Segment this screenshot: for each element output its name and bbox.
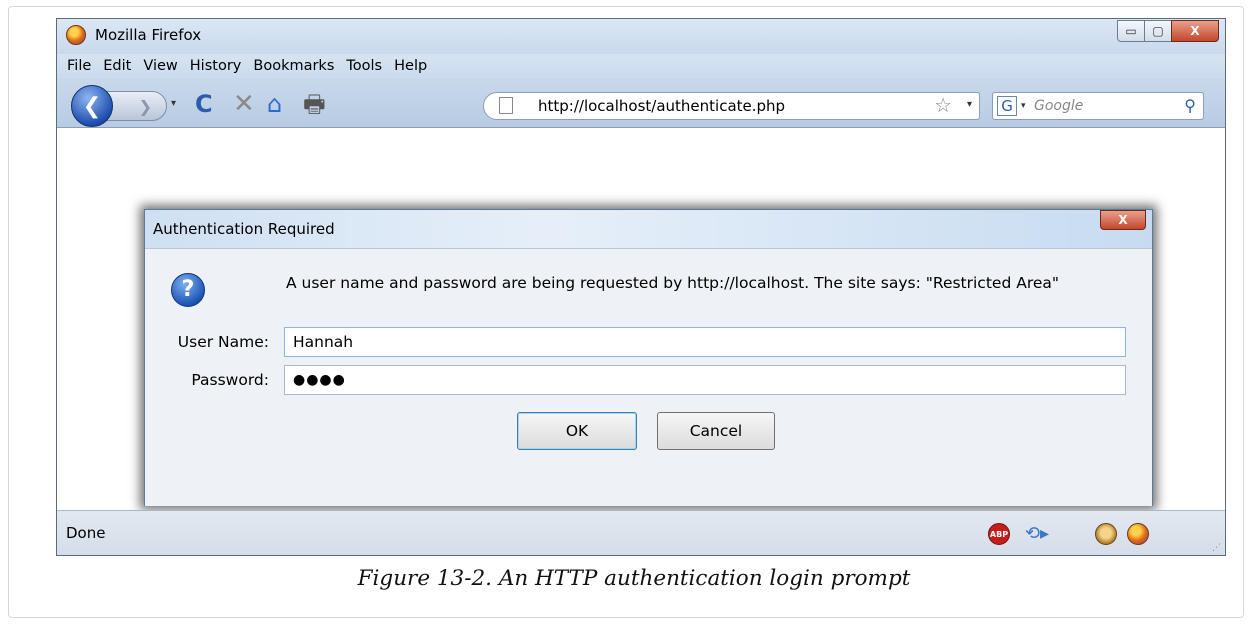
menu-help[interactable]: Help	[394, 58, 427, 74]
google-engine-icon[interactable]: G	[997, 96, 1017, 116]
status-bar: Done ABP ⟲▸ ⋰	[57, 510, 1225, 555]
dialog-message: A user name and password are being reque…	[286, 274, 1060, 292]
print-icon[interactable]: 🖶	[303, 91, 326, 117]
username-field[interactable]: Hannah	[284, 327, 1126, 357]
browser-window: Mozilla Firefox ▭ ▢ X File Edit View His…	[56, 18, 1226, 556]
page-content: Authentication Required X ? A user name …	[57, 128, 1225, 506]
url-dropdown-icon[interactable]: ▾	[967, 99, 972, 110]
status-text: Done	[66, 524, 106, 542]
cancel-button[interactable]: Cancel	[657, 412, 775, 450]
close-icon: X	[1190, 24, 1200, 38]
home-icon[interactable]: ⌂	[267, 91, 282, 117]
dialog-close-button[interactable]: X	[1100, 210, 1146, 230]
menu-history[interactable]: History	[190, 58, 242, 74]
close-button[interactable]: X	[1171, 20, 1219, 42]
navigation-toolbar: ❯ ❮ ▾ C ✕ ⌂ 🖶 http://localhost/authentic…	[57, 78, 1225, 128]
window-controls: ▭ ▢ X	[1117, 20, 1219, 42]
maximize-button[interactable]: ▢	[1144, 20, 1172, 42]
firefox-status-icon[interactable]	[1127, 523, 1149, 545]
back-button[interactable]: ❮	[71, 85, 113, 127]
back-arrow-icon: ❮	[82, 93, 102, 119]
question-icon: ?	[171, 273, 205, 307]
sync-icon[interactable]: ⟲▸	[1022, 523, 1052, 545]
figure-caption: Figure 13-2. An HTTP authentication logi…	[357, 566, 911, 591]
engine-dropdown-icon[interactable]: ▾	[1021, 101, 1026, 111]
resize-grip-icon[interactable]: ⋰	[1212, 543, 1221, 553]
username-label: User Name:	[177, 333, 269, 351]
minimize-button[interactable]: ▭	[1117, 20, 1145, 42]
maximize-icon: ▢	[1152, 24, 1164, 38]
reload-icon[interactable]: C	[195, 91, 213, 117]
url-text[interactable]: http://localhost/authenticate.php	[538, 97, 785, 115]
dialog-body: ? A user name and password are being req…	[145, 248, 1152, 506]
url-bar[interactable]: http://localhost/authenticate.php ☆ ▾	[483, 92, 980, 120]
menu-edit[interactable]: Edit	[103, 58, 131, 74]
search-bar[interactable]: G ▾ Google ⚲	[992, 92, 1204, 120]
forward-arrow-icon: ❯	[138, 96, 152, 116]
menu-tools[interactable]: Tools	[346, 58, 382, 74]
dialog-title: Authentication Required	[153, 220, 335, 238]
stop-icon[interactable]: ✕	[233, 91, 255, 117]
menu-file[interactable]: File	[67, 58, 91, 74]
greasemonkey-icon[interactable]	[1095, 523, 1117, 545]
password-field[interactable]: ●●●●	[284, 365, 1126, 395]
password-label: Password:	[191, 371, 269, 389]
history-dropdown-icon[interactable]: ▾	[171, 98, 176, 109]
dialog-title-bar: Authentication Required X	[145, 210, 1152, 248]
ok-button[interactable]: OK	[517, 412, 637, 450]
adblock-icon[interactable]: ABP	[988, 523, 1010, 545]
auth-dialog: Authentication Required X ? A user name …	[144, 209, 1153, 506]
menu-view[interactable]: View	[143, 58, 177, 74]
search-input[interactable]: Google	[1034, 98, 1083, 114]
search-icon[interactable]: ⚲	[1184, 96, 1196, 115]
menu-bookmarks[interactable]: Bookmarks	[253, 58, 334, 74]
close-icon: X	[1118, 213, 1128, 227]
firefox-icon	[66, 25, 86, 45]
title-bar: Mozilla Firefox ▭ ▢ X	[57, 19, 1225, 54]
figure-frame: Mozilla Firefox ▭ ▢ X File Edit View His…	[8, 6, 1244, 618]
menu-bar: File Edit View History Bookmarks Tools H…	[57, 54, 1225, 78]
minimize-icon: ▭	[1125, 24, 1137, 38]
window-title: Mozilla Firefox	[95, 26, 202, 44]
page-icon	[499, 97, 513, 114]
bookmark-star-icon[interactable]: ☆	[934, 93, 952, 117]
